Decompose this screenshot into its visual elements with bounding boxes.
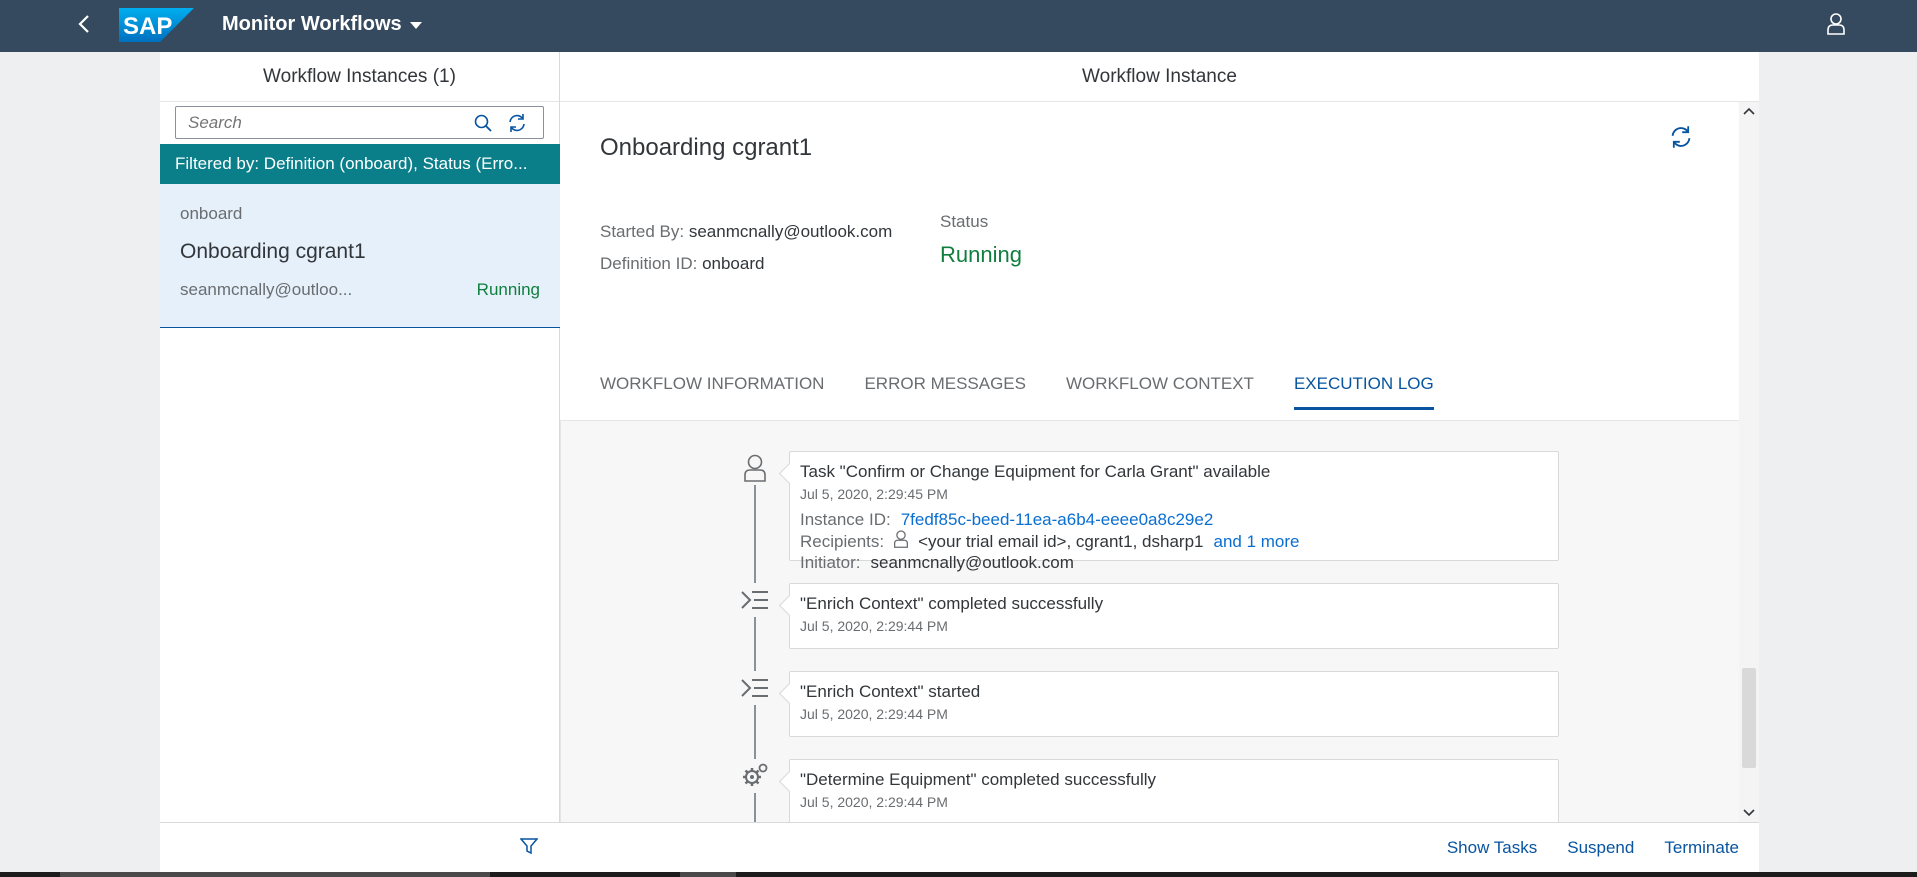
user-menu-button[interactable] xyxy=(1822,12,1850,40)
item-title: Onboarding cgrant1 xyxy=(180,240,366,263)
log-entry: "Enrich Context" started Jul 5, 2020, 2:… xyxy=(789,671,1559,737)
recipients-row: Recipients: <your trial email id>, cgran… xyxy=(800,530,1548,553)
master-header: Workflow Instances (1) xyxy=(160,52,559,102)
definition-row: Definition ID: onboard xyxy=(600,248,892,280)
chevron-left-icon xyxy=(77,14,91,39)
os-taskbar xyxy=(0,872,1917,877)
recipients-value: <your trial email id>, cgrant1, dsharp1 xyxy=(918,531,1204,551)
filter-button[interactable] xyxy=(516,835,542,861)
log-entry: "Determine Equipment" completed successf… xyxy=(789,759,1559,822)
log-entry-title: "Determine Equipment" completed successf… xyxy=(800,770,1157,789)
instance-id-link[interactable]: 7fedf85c-beed-11ea-a6b4-eeee0a8c29e2 xyxy=(901,510,1214,530)
vertical-scrollbar[interactable] xyxy=(1739,102,1759,822)
item-status: Running xyxy=(476,280,540,299)
suspend-button[interactable]: Suspend xyxy=(1567,838,1634,858)
refresh-icon[interactable] xyxy=(500,106,534,139)
item-owner: seanmcnally@outloo... xyxy=(180,280,353,299)
scrollbar-thumb[interactable] xyxy=(1742,668,1756,768)
instance-id-row: Instance ID: 7fedf85c-beed-11ea-a6b4-eee… xyxy=(800,510,1548,530)
detail-header: Workflow Instance xyxy=(560,52,1759,102)
show-tasks-button[interactable]: Show Tasks xyxy=(1447,838,1537,858)
execution-log: Task "Confirm or Change Equipment for Ca… xyxy=(560,421,1739,822)
detail-panel: Workflow Instance Onboarding cgrant1 Sta… xyxy=(560,52,1759,872)
detail-refresh-button[interactable] xyxy=(1664,122,1698,156)
filter-info-bar[interactable]: Filtered by: Definition (onboard), Statu… xyxy=(160,144,560,184)
script-task-icon xyxy=(738,671,772,705)
taskbar-segment xyxy=(60,872,490,877)
taskbar-segment xyxy=(680,872,736,877)
person-icon xyxy=(894,530,909,553)
scroll-down-arrow-icon[interactable] xyxy=(1739,804,1759,822)
timeline-connector xyxy=(754,617,756,677)
instance-id-label: Instance ID: xyxy=(800,510,891,529)
master-panel: Workflow Instances (1) Filtered by: Defi… xyxy=(160,52,560,872)
caret-down-icon xyxy=(409,13,422,36)
shell-bar: SAP Monitor Workflows xyxy=(0,0,1917,52)
terminate-button[interactable]: Terminate xyxy=(1664,838,1739,858)
script-task-icon xyxy=(738,583,772,617)
scroll-up-arrow-icon[interactable] xyxy=(1739,102,1759,120)
timeline-connector xyxy=(754,705,756,765)
search-input[interactable] xyxy=(176,112,466,133)
started-by-row: Started By: seanmcnally@outlook.com xyxy=(600,216,892,248)
master-footer xyxy=(160,822,560,872)
recipients-more-link[interactable]: and 1 more xyxy=(1213,532,1299,552)
search-icon[interactable] xyxy=(466,106,500,139)
app-title-menu[interactable]: Monitor Workflows xyxy=(222,13,422,36)
person-icon xyxy=(738,451,772,485)
person-icon xyxy=(1827,12,1845,40)
refresh-icon xyxy=(1669,125,1693,154)
log-entry-title: "Enrich Context" started xyxy=(800,682,981,701)
detail-footer: Show Tasks Suspend Terminate xyxy=(560,822,1759,872)
started-by-value: seanmcnally@outlook.com xyxy=(688,222,893,241)
object-title: Onboarding cgrant1 xyxy=(600,134,813,161)
recipients-label: Recipients: xyxy=(800,531,885,551)
sap-logo[interactable]: SAP xyxy=(119,8,194,42)
tab-workflow-context[interactable]: WORKFLOW CONTEXT xyxy=(1066,364,1254,420)
app-title: Monitor Workflows xyxy=(222,13,402,35)
tab-bar: WORKFLOW INFORMATION ERROR MESSAGES WORK… xyxy=(600,364,1474,420)
started-by-label: Started By: xyxy=(600,222,685,241)
log-entry-date: Jul 5, 2020, 2:29:45 PM xyxy=(800,486,948,502)
status-block: Status Running xyxy=(940,212,1022,268)
gears-icon xyxy=(738,759,772,793)
log-entry-date: Jul 5, 2020, 2:29:44 PM xyxy=(800,618,948,634)
back-button[interactable] xyxy=(70,12,98,40)
initiator-label: Initiator: xyxy=(800,553,861,572)
item-definition: onboard xyxy=(180,204,243,223)
log-entry: "Enrich Context" completed successfully … xyxy=(789,583,1559,649)
filter-icon xyxy=(519,837,539,860)
tab-error-messages[interactable]: ERROR MESSAGES xyxy=(864,364,1026,420)
list-item[interactable]: onboard Onboarding cgrant1 seanmcnally@o… xyxy=(160,184,560,328)
log-entry-title: "Enrich Context" completed successfully xyxy=(800,594,1104,613)
log-entry-date: Jul 5, 2020, 2:29:44 PM xyxy=(800,706,948,722)
timeline-connector xyxy=(754,793,756,822)
tab-execution-log[interactable]: EXECUTION LOG xyxy=(1293,364,1434,420)
log-entry-title: Task "Confirm or Change Equipment for Ca… xyxy=(800,462,1271,481)
status-value: Running xyxy=(940,242,1022,267)
tab-workflow-information[interactable]: WORKFLOW INFORMATION xyxy=(600,364,824,420)
log-entry-date: Jul 5, 2020, 2:29:44 PM xyxy=(800,794,948,810)
initiator-value: seanmcnally@outlook.com xyxy=(870,553,1074,572)
definition-value: onboard xyxy=(702,254,765,273)
status-label: Status xyxy=(940,212,989,231)
initiator-row: Initiator: seanmcnally@outlook.com xyxy=(800,553,1548,573)
search-field[interactable] xyxy=(175,106,544,139)
svg-text:SAP: SAP xyxy=(123,13,172,40)
header-attributes: Started By: seanmcnally@outlook.com Defi… xyxy=(600,216,892,280)
definition-label: Definition ID: xyxy=(600,254,698,273)
log-entry: Task "Confirm or Change Equipment for Ca… xyxy=(789,451,1559,572)
